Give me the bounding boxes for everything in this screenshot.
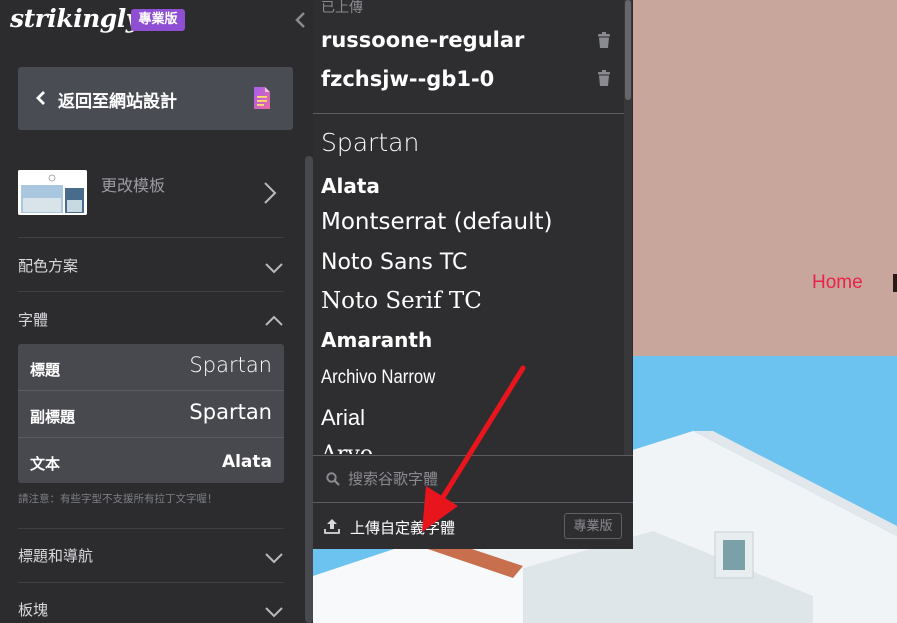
uploaded-section-label: 已上傳 xyxy=(321,0,363,16)
chevron-down-icon[interactable] xyxy=(264,262,284,274)
chevron-down-icon[interactable] xyxy=(264,606,284,618)
font-option[interactable]: Montserrat (default) xyxy=(321,209,552,235)
font-row-value: Alata xyxy=(221,452,272,472)
pro-badge: 專業版 xyxy=(564,513,622,539)
nav-link-home[interactable]: Home xyxy=(812,272,863,294)
back-button-label: 返回至網站設計 xyxy=(58,92,177,112)
divider xyxy=(18,528,284,529)
site-preview-header xyxy=(633,0,897,356)
font-row-body[interactable]: 文本 Alata xyxy=(18,438,284,484)
section-fonts[interactable]: 字體 xyxy=(18,309,48,330)
template-thumbnail[interactable] xyxy=(18,170,87,215)
font-option[interactable]: Amaranth xyxy=(321,328,432,352)
chevron-right-icon[interactable] xyxy=(262,180,278,206)
font-note: 請注意：有些字型不支援所有拉丁文字喔！ xyxy=(18,493,218,505)
divider xyxy=(313,113,624,114)
chevron-down-icon[interactable] xyxy=(264,552,284,564)
annotation-arrow xyxy=(422,365,526,532)
font-row-value: Spartan xyxy=(189,353,272,377)
font-row-subheading[interactable]: 副標題 Spartan xyxy=(18,391,284,437)
font-settings-table: 標題 Spartan 副標題 Spartan 文本 Alata xyxy=(18,344,284,483)
font-row-label: 標題 xyxy=(30,361,61,379)
page-icon xyxy=(254,87,270,109)
font-row-label: 副標題 xyxy=(30,408,76,426)
chevron-up-icon[interactable] xyxy=(264,315,284,327)
nav-link-next[interactable] xyxy=(893,274,897,292)
section-blocks[interactable]: 板塊 xyxy=(18,599,48,620)
uploaded-font-option[interactable]: fzchsjw--gb1-0 xyxy=(321,67,494,91)
trash-icon[interactable] xyxy=(597,70,611,87)
section-header-nav[interactable]: 標題和導航 xyxy=(18,545,93,566)
collapse-sidebar-icon[interactable] xyxy=(293,10,309,30)
uploaded-font-option[interactable]: russoone-regular xyxy=(321,28,524,52)
divider xyxy=(18,582,284,583)
sidebar-scrollbar[interactable] xyxy=(305,156,313,623)
search-icon xyxy=(326,472,340,486)
change-template-label[interactable]: 更改模板 xyxy=(101,172,165,196)
dropdown-scrollbar-thumb[interactable] xyxy=(625,0,631,100)
font-option[interactable]: Spartan xyxy=(321,128,419,157)
upload-icon xyxy=(324,519,340,534)
divider xyxy=(18,291,284,292)
font-option[interactable]: Noto Serif TC xyxy=(321,288,482,314)
font-row-value: Spartan xyxy=(189,400,272,424)
section-color-scheme[interactable]: 配色方案 xyxy=(18,255,78,276)
font-option[interactable]: Arvo xyxy=(321,442,373,454)
chevron-left-icon xyxy=(36,91,45,105)
strikingly-logo: strikingly xyxy=(10,4,140,33)
font-option[interactable]: Arial xyxy=(321,405,365,431)
divider xyxy=(18,237,284,238)
font-row-label: 文本 xyxy=(30,455,61,473)
trash-icon[interactable] xyxy=(597,32,611,49)
font-option[interactable]: Noto Sans TC xyxy=(321,250,467,275)
font-row-heading[interactable]: 標題 Spartan xyxy=(18,344,284,390)
font-option[interactable]: Alata xyxy=(321,174,380,198)
pro-badge: 專業版 xyxy=(131,9,185,31)
